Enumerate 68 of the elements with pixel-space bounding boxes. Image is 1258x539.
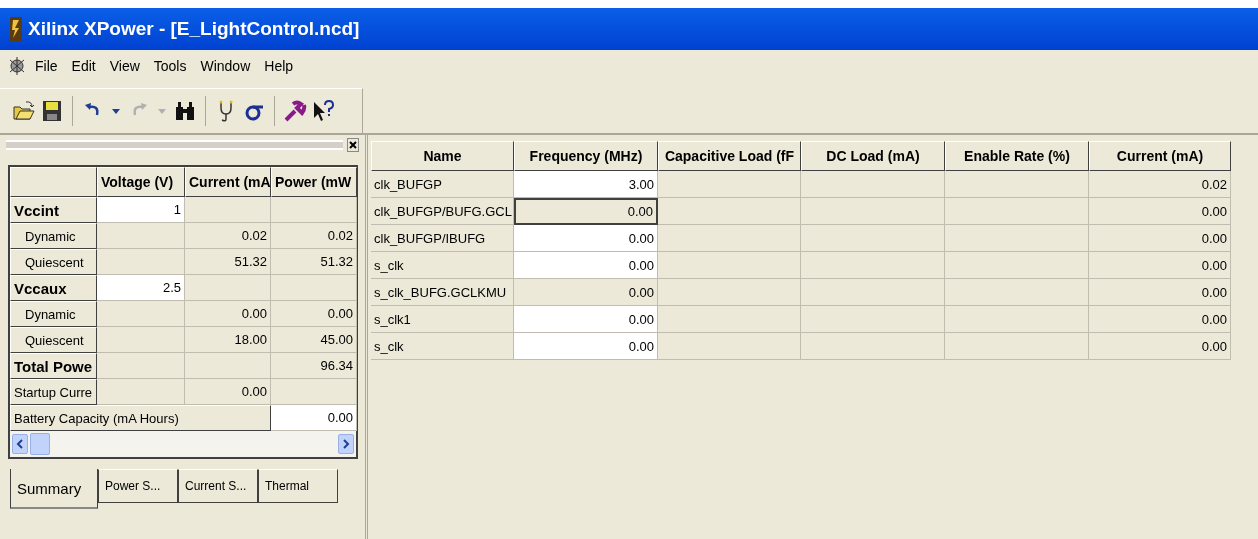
- column-header: Current (mA): [1089, 141, 1231, 171]
- row-label: Quiescent: [10, 249, 97, 275]
- row-label: Dynamic: [10, 301, 97, 327]
- row-label: Startup Curre: [10, 379, 97, 405]
- tab[interactable]: Power S...: [98, 469, 178, 503]
- menu-item[interactable]: Edit: [66, 56, 101, 76]
- binoculars-icon[interactable]: [173, 99, 197, 123]
- value-field[interactable]: 0.00: [514, 225, 658, 252]
- value-field[interactable]: 3.00: [514, 171, 658, 198]
- table-cell: 51.32: [271, 249, 357, 275]
- table-cell: 0.02: [271, 223, 357, 249]
- table-cell: 0.00: [185, 301, 271, 327]
- menu-item[interactable]: Tools: [148, 56, 192, 76]
- panel-grip[interactable]: [6, 140, 343, 150]
- table-cell: 0.02: [185, 223, 271, 249]
- value-field[interactable]: 1: [97, 197, 185, 223]
- table-cell: 0.00: [1089, 252, 1231, 279]
- table-cell: 0.00: [1089, 333, 1231, 360]
- menu-item[interactable]: View: [104, 56, 145, 76]
- table-cell: 0.00: [1089, 225, 1231, 252]
- column-header: Voltage (V): [97, 167, 185, 197]
- value-field[interactable]: 2.5: [97, 275, 185, 301]
- row-label: Battery Capacity (mA Hours): [10, 405, 271, 431]
- app-menu-icon[interactable]: [8, 56, 26, 76]
- table-cell: 96.34: [271, 353, 357, 379]
- window-title: Xilinx XPower - [E_LightControl.ncd]: [28, 18, 360, 40]
- table-cell: 0.00: [1089, 279, 1231, 306]
- value-field[interactable]: 0.00: [514, 252, 658, 279]
- tab[interactable]: Thermal: [258, 469, 338, 503]
- column-header: Power (mW: [271, 167, 357, 197]
- column-header: Capacitive Load (fF: [658, 141, 801, 171]
- value-field[interactable]: 0.00: [271, 405, 357, 431]
- open-folder-icon[interactable]: [12, 99, 36, 123]
- row-label: Vccint: [10, 197, 97, 223]
- value-field[interactable]: 0.00: [514, 306, 658, 333]
- table-cell: clk_BUFGP/BUFG.GCL: [371, 198, 514, 225]
- column-header: Name: [371, 141, 514, 171]
- table-cell: 0.00: [271, 301, 357, 327]
- app-icon: [10, 17, 22, 41]
- scroll-right-button[interactable]: [338, 434, 354, 454]
- table-cell: 45.00: [271, 327, 357, 353]
- column-header: Enable Rate (%): [945, 141, 1089, 171]
- value-field[interactable]: 0.00: [514, 333, 658, 360]
- menu-item[interactable]: Help: [259, 56, 299, 76]
- wrench-icon[interactable]: [283, 99, 307, 123]
- table-cell: 18.00: [185, 327, 271, 353]
- table-cell: 0.00: [1089, 306, 1231, 333]
- close-button[interactable]: [347, 138, 359, 152]
- row-label: Quiescent: [10, 327, 97, 353]
- table-cell: 0.00: [1089, 198, 1231, 225]
- scroll-left-button[interactable]: [12, 434, 28, 454]
- row-label: Vccaux: [10, 275, 97, 301]
- table-cell: 0.02: [1089, 171, 1231, 198]
- tab[interactable]: Summary: [10, 469, 98, 509]
- table-cell: 51.32: [185, 249, 271, 275]
- tab[interactable]: Current S...: [178, 469, 258, 503]
- row-label: Dynamic: [10, 223, 97, 249]
- column-header: DC Load (mA): [801, 141, 945, 171]
- row-label: Total Powe: [10, 353, 97, 379]
- help-pointer-icon[interactable]: [311, 99, 335, 123]
- horizontal-scrollbar[interactable]: [8, 431, 358, 459]
- table-cell: s_clk_BUFG.GCLKMU: [371, 279, 514, 306]
- table-cell: 0.00: [514, 198, 658, 225]
- menu-item[interactable]: File: [30, 56, 63, 76]
- menu-item[interactable]: Window: [195, 56, 256, 76]
- table-cell: 0.00: [185, 379, 271, 405]
- scroll-thumb[interactable]: [30, 433, 50, 455]
- column-header: Frequency (MHz): [514, 141, 658, 171]
